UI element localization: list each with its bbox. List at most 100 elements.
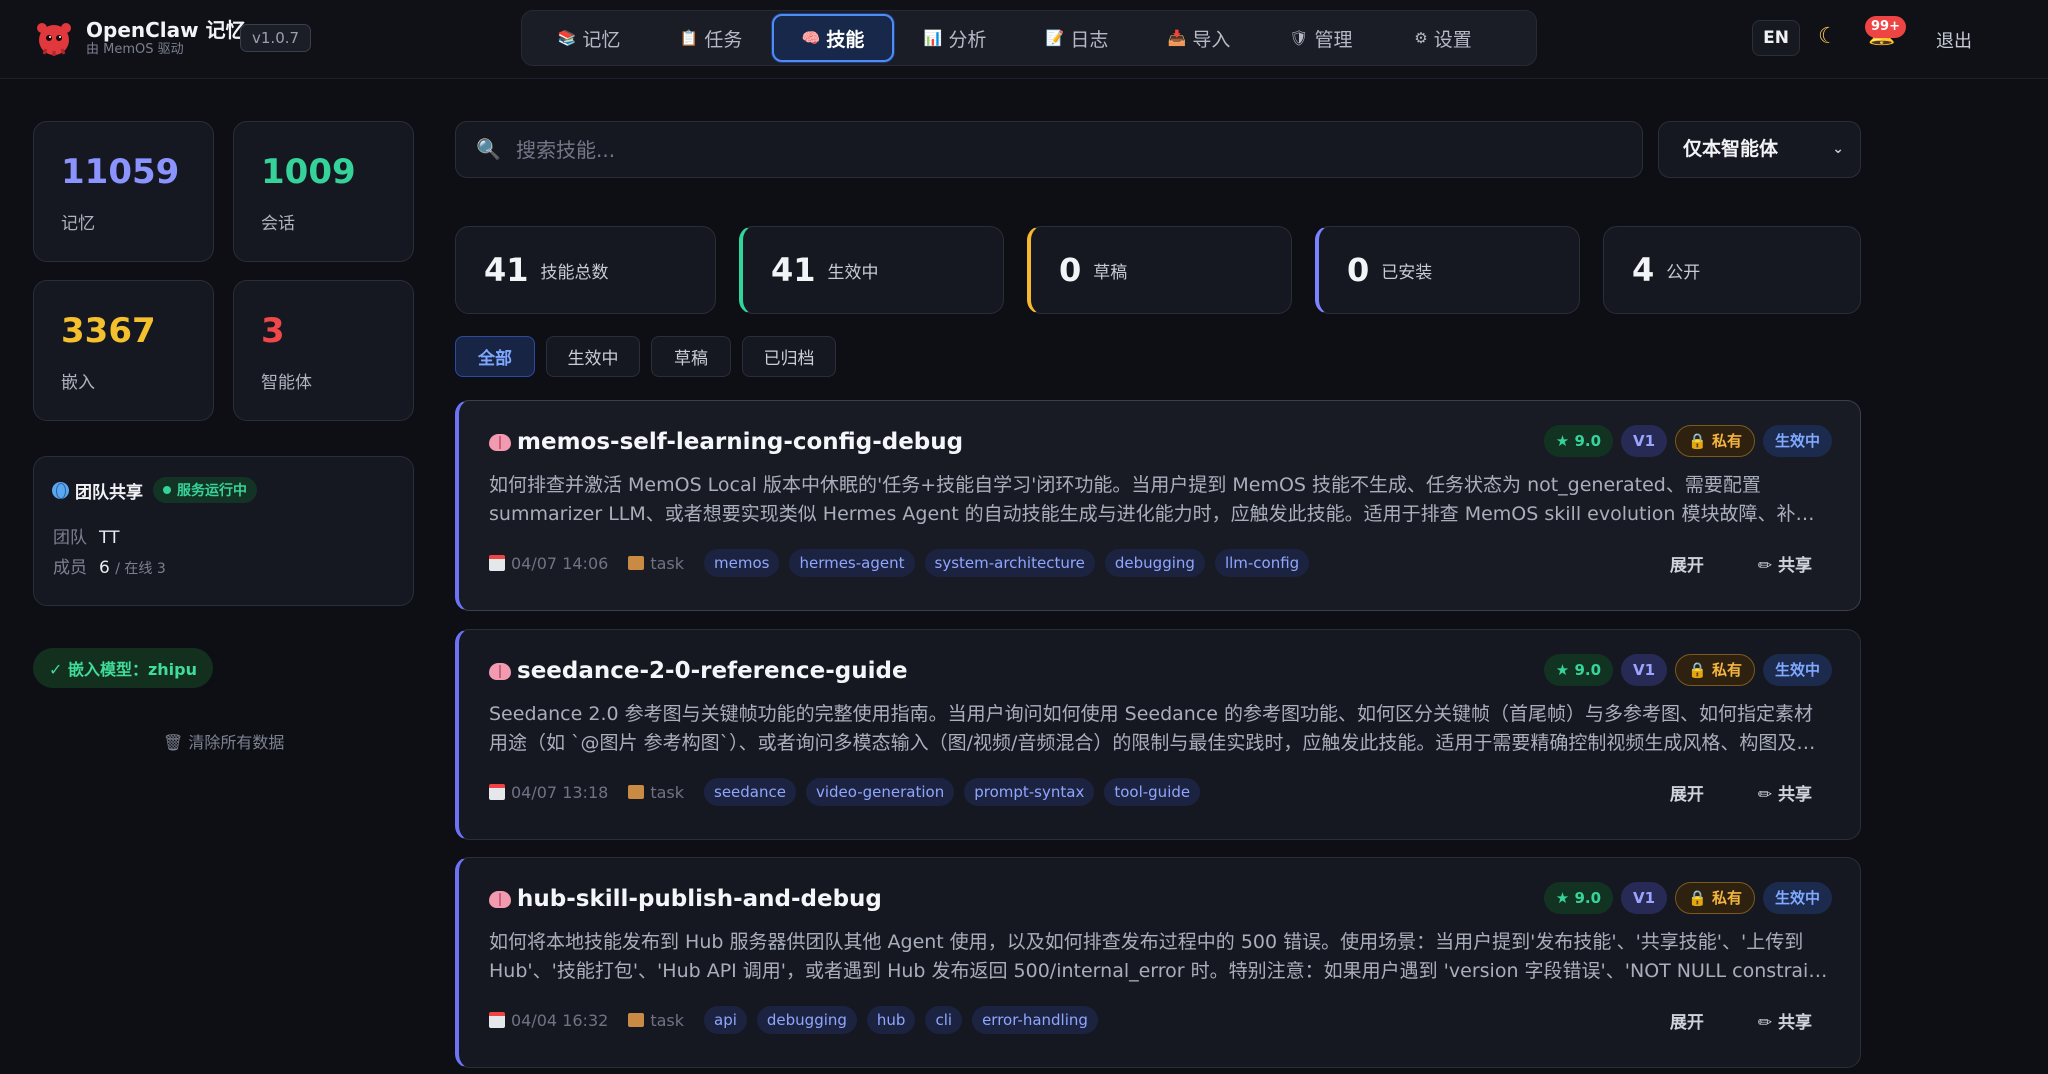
stat-label: 记忆 [61, 214, 95, 234]
skill-tag[interactable]: system-architecture [924, 549, 1095, 577]
clipboard-icon: 📋 [679, 29, 699, 47]
logout-button[interactable]: 退出 [1936, 27, 1972, 53]
filter-all[interactable]: 全部 [455, 336, 535, 377]
stat-value: 1009 [261, 152, 356, 192]
skill-tag[interactable]: prompt-syntax [964, 778, 1095, 806]
team-sharing-card: 团队共享 服务运行中 团队 TT 成员 6 / 在线 3 [33, 456, 414, 606]
skill-search-input[interactable] [516, 134, 1616, 166]
skill-tag[interactable]: hermes-agent [789, 549, 915, 577]
skill-badges: ★ 9.0 V1 🔒 私有 生效中 [1536, 882, 1832, 914]
skill-tag[interactable]: cli [925, 1006, 963, 1034]
embedding-model-chip: ✓ 嵌入模型：zhipu [33, 648, 214, 688]
skill-card[interactable]: seedance-2-0-reference-guide ★ 9.0 V1 🔒 … [455, 629, 1861, 840]
nav-tab-import[interactable]: 📥 导入 [1138, 14, 1260, 62]
brand-title: OpenClaw 记忆 [86, 18, 246, 42]
skill-card[interactable]: memos-self-learning-config-debug ★ 9.0 V… [455, 400, 1861, 611]
nav-tab-memory[interactable]: 📚 记忆 [528, 14, 650, 62]
agent-scope-select[interactable]: 仅本智能体 ⌄ [1658, 121, 1861, 178]
brain-icon: 🧠 [801, 29, 821, 47]
version-badge: V1 [1621, 425, 1668, 457]
filter-archived[interactable]: 已归档 [742, 336, 836, 377]
kpi-label: 生效中 [827, 262, 879, 283]
skill-actions: 展开 ✏ 共享 [1616, 780, 1812, 805]
skill-card[interactable]: hub-skill-publish-and-debug ★ 9.0 V1 🔒 私… [455, 857, 1861, 1068]
skill-tag[interactable]: llm-config [1214, 549, 1310, 577]
memo-icon: 📝 [1045, 29, 1065, 47]
skill-title: hub-skill-publish-and-debug [517, 886, 882, 912]
calendar-icon [489, 1012, 505, 1028]
version-badge: V1 [1621, 882, 1668, 914]
stat-card-memories: 11059 记忆 [33, 121, 214, 262]
share-button[interactable]: ✏ 共享 [1758, 780, 1812, 805]
kpi-active-skills: 41 生效中 [739, 226, 1004, 314]
skill-date: 04/04 16:32 [511, 1010, 609, 1030]
skill-tag[interactable]: video-generation [805, 778, 955, 806]
books-icon: 📚 [557, 29, 577, 47]
kpi-draft-skills: 0 草稿 [1027, 226, 1292, 314]
skill-tag[interactable]: debugging [1104, 549, 1205, 577]
nav-tab-analytics[interactable]: 📊 分析 [894, 14, 1016, 62]
skill-meta: 04/07 14:06 task memos hermes-agent syst… [489, 549, 1310, 577]
stat-card-agents: 3 智能体 [233, 280, 414, 421]
team-title-row: 团队共享 服务运行中 [52, 477, 257, 503]
stat-label: 会话 [261, 214, 295, 234]
skill-meta: 04/07 13:18 task seedance video-generati… [489, 778, 1201, 806]
skill-title: memos-self-learning-config-debug [517, 429, 964, 455]
nav-label: 设置 [1433, 28, 1472, 51]
share-button[interactable]: ✏ 共享 [1758, 1008, 1812, 1033]
expand-button[interactable]: 展开 [1670, 1008, 1704, 1033]
private-badge: 🔒 私有 [1675, 882, 1755, 914]
skill-actions: 展开 ✏ 共享 [1616, 1008, 1812, 1033]
filter-draft[interactable]: 草稿 [651, 336, 731, 377]
skill-actions: 展开 ✏ 共享 [1616, 551, 1812, 576]
members-label: 成员 [53, 558, 87, 578]
skill-description: 如何将本地技能发布到 Hub 服务器供团队其他 Agent 使用，以及如何排查发… [489, 931, 1828, 982]
skill-tag[interactable]: seedance [704, 778, 796, 806]
score-badge: ★ 9.0 [1543, 654, 1614, 686]
skill-tag[interactable]: api [704, 1006, 747, 1034]
status-badge: 生效中 [1762, 425, 1832, 457]
stat-label: 嵌入 [61, 373, 95, 393]
skill-date: 04/07 14:06 [511, 553, 609, 573]
skill-tag[interactable]: debugging [756, 1006, 857, 1034]
nav-label: 分析 [948, 28, 987, 51]
expand-button[interactable]: 展开 [1670, 780, 1704, 805]
skill-tag[interactable]: tool-guide [1104, 778, 1201, 806]
nav-label: 任务 [704, 28, 743, 51]
team-label: 团队 [53, 528, 87, 548]
team-row: 团队 TT [53, 523, 119, 548]
share-button[interactable]: ✏ 共享 [1758, 551, 1812, 576]
kpi-value: 4 [1632, 251, 1655, 289]
nav-label: 日志 [1070, 28, 1109, 51]
clear-all-data-button[interactable]: 🗑 清除所有数据 [163, 729, 284, 753]
skill-tag[interactable]: memos [704, 549, 780, 577]
nav-tab-logs[interactable]: 📝 日志 [1016, 14, 1138, 62]
service-status-badge: 服务运行中 [153, 477, 257, 503]
brand[interactable]: OpenClaw 记忆 由 MemOS 驱动 [32, 16, 246, 60]
brand-subtitle: 由 MemOS 驱动 [86, 42, 184, 57]
kpi-public-skills: 4 公开 [1603, 226, 1861, 314]
dark-mode-moon-icon[interactable]: ☾ [1818, 24, 1838, 49]
skill-tag[interactable]: hub [866, 1006, 916, 1034]
skill-kind: task [650, 553, 684, 573]
nav-tab-skills[interactable]: 🧠 技能 [772, 14, 894, 62]
language-toggle[interactable]: EN [1752, 20, 1800, 56]
top-header: OpenClaw 记忆 由 MemOS 驱动 v1.0.7 📚 记忆 📋 任务 🧠 技… [0, 0, 2048, 79]
search-icon: 🔍 [476, 137, 501, 161]
package-icon [628, 1013, 645, 1027]
nav-tab-settings[interactable]: ⚙ 设置 [1382, 14, 1504, 62]
kpi-value: 41 [484, 251, 529, 289]
stat-value: 11059 [61, 152, 180, 192]
filter-active[interactable]: 生效中 [546, 336, 640, 377]
expand-button[interactable]: 展开 [1670, 551, 1704, 576]
members-row: 成员 6 / 在线 3 [53, 553, 166, 578]
package-icon [628, 556, 645, 570]
brain-icon [489, 890, 511, 908]
nav-tab-tasks[interactable]: 📋 任务 [650, 14, 772, 62]
skill-tag[interactable]: error-handling [972, 1006, 1098, 1034]
skill-title-row: hub-skill-publish-and-debug [489, 886, 882, 912]
chevron-down-icon: ⌄ [1832, 141, 1844, 157]
bar-chart-icon: 📊 [923, 29, 943, 47]
private-badge: 🔒 私有 [1675, 654, 1755, 686]
nav-tab-admin[interactable]: 🛡 管理 [1260, 14, 1382, 62]
